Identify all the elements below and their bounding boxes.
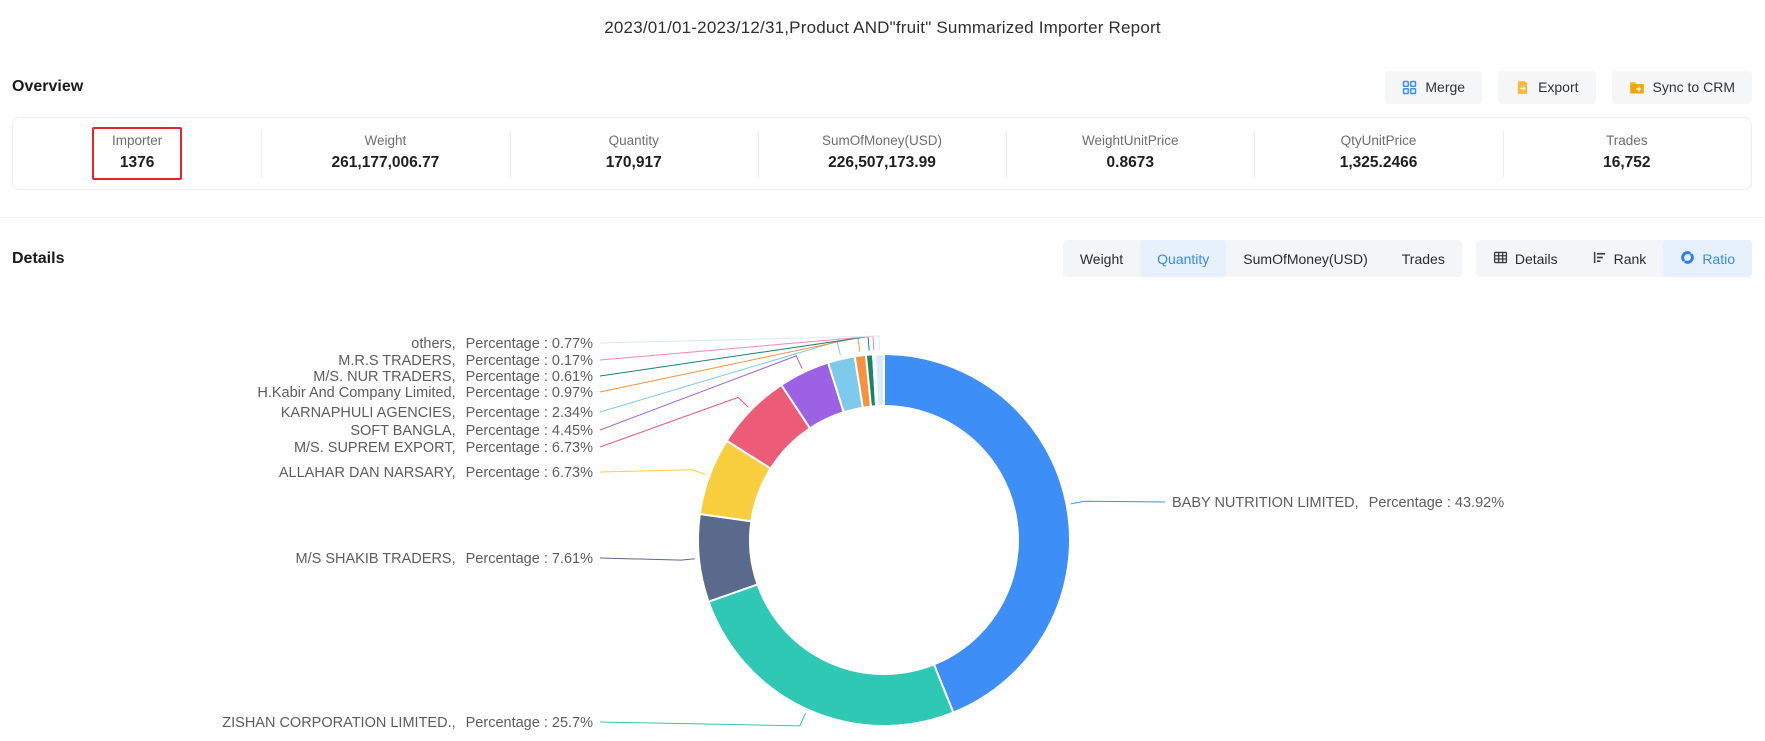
label-line-2 [600, 558, 695, 560]
tab-details-view-label: Details [1515, 251, 1558, 267]
label-line-1 [600, 713, 806, 726]
table-icon [1493, 250, 1508, 268]
rank-icon [1592, 250, 1607, 268]
tab-ratio-view-label: Ratio [1702, 251, 1735, 267]
details-heading: Details [12, 250, 64, 268]
details-header-row: Details Weight Quantity SumOfMoney(USD) … [12, 240, 1752, 277]
pie-slice-2[interactable] [698, 514, 758, 602]
pie-slice-0[interactable] [884, 354, 1070, 713]
label-line-3 [600, 470, 706, 475]
label-line-0 [1071, 501, 1165, 504]
tab-sum-of-money[interactable]: SumOfMoney(USD) [1226, 240, 1384, 277]
pie-slice-1[interactable] [709, 584, 954, 726]
tab-sum-of-money-label: SumOfMoney(USD) [1243, 251, 1367, 267]
slice-label-4: M/S. SUPREM EXPORT,Percentage : 6.73% [294, 440, 593, 456]
slice-label-0: BABY NUTRITION LIMITED,Percentage : 43.9… [1172, 495, 1504, 511]
metric-tab-group: Weight Quantity SumOfMoney(USD) Trades [1063, 240, 1462, 277]
tab-trades[interactable]: Trades [1385, 240, 1462, 277]
slice-label-2: M/S SHAKIB TRADERS,Percentage : 7.61% [296, 551, 594, 567]
slice-label-3: ALLAHAR DAN NARSARY,Percentage : 6.73% [279, 465, 593, 481]
tab-ratio-view[interactable]: Ratio [1663, 240, 1752, 277]
slice-label-9: M.R.S TRADERS,Percentage : 0.17% [338, 353, 593, 369]
tab-quantity[interactable]: Quantity [1140, 240, 1226, 277]
slice-label-6: KARNAPHULI AGENCIES,Percentage : 2.34% [281, 405, 593, 421]
slice-label-8: M/S. NUR TRADERS,Percentage : 0.61% [313, 369, 593, 385]
tab-trades-label: Trades [1402, 251, 1445, 267]
importer-ratio-donut-chart: BABY NUTRITION LIMITED,Percentage : 43.9… [0, 0, 1765, 741]
label-line-4 [600, 397, 748, 447]
tab-quantity-label: Quantity [1157, 251, 1209, 267]
slice-label-1: ZISHAN CORPORATION LIMITED.,Percentage :… [222, 715, 593, 731]
tab-weight[interactable]: Weight [1063, 240, 1140, 277]
tab-details-view[interactable]: Details [1476, 240, 1575, 277]
tab-weight-label: Weight [1080, 251, 1123, 267]
pie-slice-10[interactable] [875, 354, 884, 406]
details-tab-zone: Weight Quantity SumOfMoney(USD) Trades D… [1063, 240, 1752, 277]
slice-label-5: SOFT BANGLA,Percentage : 4.45% [350, 423, 593, 439]
tab-rank-view-label: Rank [1614, 251, 1647, 267]
view-tab-group: Details Rank Ratio [1476, 240, 1752, 277]
tab-rank-view[interactable]: Rank [1575, 240, 1664, 277]
ratio-circle-icon [1680, 250, 1695, 268]
slice-label-7: H.Kabir And Company Limited,Percentage :… [257, 385, 593, 401]
slice-label-10: others,Percentage : 0.77% [411, 336, 593, 352]
